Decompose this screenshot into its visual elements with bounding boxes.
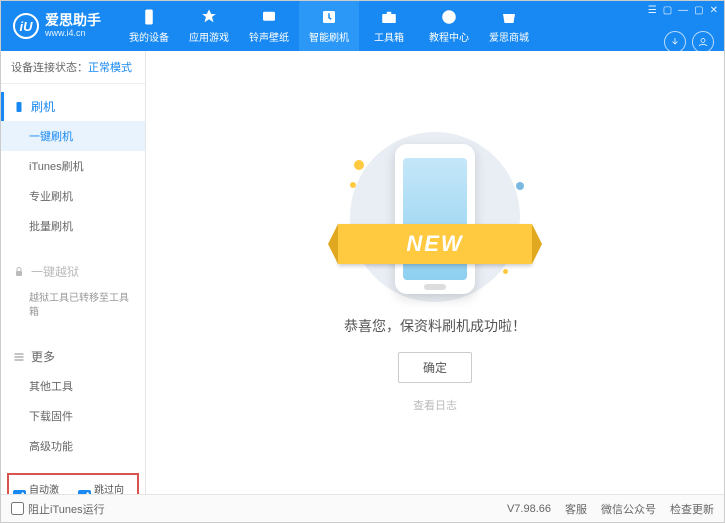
block-itunes-checkbox[interactable]: 阻止iTunes运行 [11, 501, 105, 517]
auto-activate-checkbox[interactable]: 自动激活 [13, 481, 68, 494]
sidebar-item-advanced[interactable]: 高级功能 [1, 431, 145, 461]
tab-tutorial[interactable]: 教程中心 [419, 1, 479, 51]
success-message: 恭喜您，保资料刷机成功啦！ [344, 316, 526, 336]
titlebar: iU 爱思助手 www.i4.cn 我的设备 应用游戏 铃声壁纸 智能刷机 工具… [1, 1, 724, 51]
logo-icon: iU [13, 13, 39, 39]
phone-illustration-icon [395, 144, 475, 294]
support-link[interactable]: 客服 [565, 501, 587, 517]
sidebar-jailbreak-header[interactable]: 一键越狱 [1, 257, 145, 286]
skin-icon[interactable]: ▢ [663, 5, 672, 16]
version-label: V7.98.66 [507, 503, 551, 515]
window-controls: ☰ ▢ — ▢ ✕ [648, 5, 718, 16]
tab-ringtone[interactable]: 铃声壁纸 [239, 1, 299, 51]
tab-store[interactable]: 爱思商城 [479, 1, 539, 51]
jailbreak-note: 越狱工具已转移至工具箱 [1, 286, 145, 326]
sidebar-item-pro[interactable]: 专业刷机 [1, 181, 145, 211]
menu-icon[interactable]: ☰ [648, 5, 657, 16]
connection-status: 设备连接状态：正常模式 [1, 51, 145, 84]
nav-tabs: 我的设备 应用游戏 铃声壁纸 智能刷机 工具箱 教程中心 爱思商城 [119, 1, 539, 51]
logo: iU 爱思助手 www.i4.cn [1, 13, 113, 39]
sidebar-item-itunes[interactable]: iTunes刷机 [1, 151, 145, 181]
user-icon[interactable] [692, 31, 714, 53]
tab-device[interactable]: 我的设备 [119, 1, 179, 51]
new-banner: NEW [338, 224, 532, 264]
sidebar-more-header[interactable]: 更多 [1, 342, 145, 371]
app-title: 爱思助手 [45, 13, 101, 28]
sidebar-flash-header[interactable]: 刷机 [1, 92, 145, 121]
app-window: iU 爱思助手 www.i4.cn 我的设备 应用游戏 铃声壁纸 智能刷机 工具… [0, 0, 725, 523]
maximize-icon[interactable]: ▢ [694, 5, 703, 16]
view-log-link[interactable]: 查看日志 [413, 397, 457, 413]
app-url: www.i4.cn [45, 29, 101, 39]
success-illustration: NEW [350, 132, 520, 302]
phone-icon [13, 101, 25, 113]
sidebar-item-oneclick[interactable]: 一键刷机 [1, 121, 145, 151]
close-icon[interactable]: ✕ [710, 5, 718, 16]
tab-toolbox[interactable]: 工具箱 [359, 1, 419, 51]
sidebar-item-other[interactable]: 其他工具 [1, 371, 145, 401]
wechat-link[interactable]: 微信公众号 [601, 501, 656, 517]
sidebar: 设备连接状态：正常模式 刷机 一键刷机 iTunes刷机 专业刷机 批量刷机 一… [1, 51, 146, 494]
skip-guide-checkbox[interactable]: 跳过向导 [78, 481, 133, 494]
ok-button[interactable]: 确定 [398, 352, 472, 383]
statusbar: 阻止iTunes运行 V7.98.66 客服 微信公众号 检查更新 [1, 494, 724, 522]
options-box: 自动激活 跳过向导 [7, 473, 139, 494]
sidebar-item-download[interactable]: 下载固件 [1, 401, 145, 431]
menu-icon [13, 351, 25, 363]
main-content: NEW 恭喜您，保资料刷机成功啦！ 确定 查看日志 [146, 51, 724, 494]
tab-apps[interactable]: 应用游戏 [179, 1, 239, 51]
update-link[interactable]: 检查更新 [670, 501, 714, 517]
lock-icon [13, 266, 25, 278]
minimize-icon[interactable]: — [678, 5, 688, 16]
sidebar-item-batch[interactable]: 批量刷机 [1, 211, 145, 241]
download-icon[interactable] [664, 31, 686, 53]
tab-flash[interactable]: 智能刷机 [299, 1, 359, 51]
